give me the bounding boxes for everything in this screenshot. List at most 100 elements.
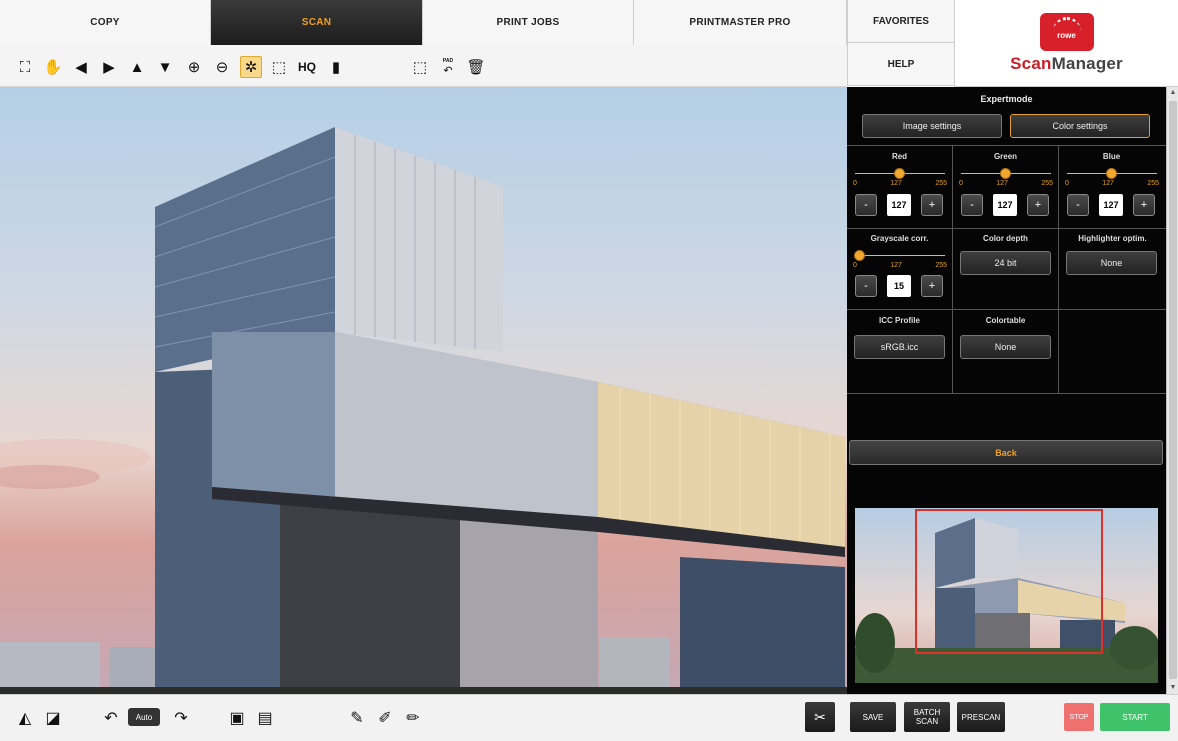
invert-icon[interactable]: ◪	[42, 707, 64, 729]
grayscale-max: 255	[935, 262, 947, 269]
blue-mid: 127	[1102, 180, 1114, 187]
mirror-icon[interactable]: ◭	[14, 707, 36, 729]
green-min: 0	[959, 180, 963, 187]
stop-button[interactable]: STOP	[1064, 703, 1094, 731]
red-mid: 127	[890, 180, 902, 187]
select-area-icon[interactable]: ⬚	[268, 56, 290, 78]
blue-slider-knob[interactable]	[1106, 168, 1117, 179]
hand-pan-icon[interactable]: ✋	[42, 56, 64, 78]
color-settings-button[interactable]: Color settings	[1010, 114, 1150, 138]
page-size-icon[interactable]: ▤	[254, 707, 276, 729]
rotate-right-icon[interactable]: ↷	[170, 707, 192, 729]
move-up-icon[interactable]: ▲	[126, 56, 148, 78]
divider	[952, 145, 953, 393]
fit-page-icon[interactable]: ⛶	[14, 56, 36, 78]
pen-icon[interactable]: ✏	[402, 707, 424, 729]
green-ticks: 0 127 255	[959, 180, 1053, 187]
hq-button[interactable]: HQ	[296, 56, 318, 78]
back-button[interactable]: Back	[849, 440, 1163, 465]
highlighter-label: Highlighter optim.	[1078, 234, 1147, 243]
move-left-icon[interactable]: ◀	[70, 56, 92, 78]
tab-printmaster-pro[interactable]: PRINTMASTER PRO	[634, 0, 847, 45]
red-plus-button[interactable]: +	[921, 194, 943, 216]
green-minus-button[interactable]: -	[961, 194, 983, 216]
auto-rotate-button[interactable]: Auto	[128, 708, 160, 726]
grayscale-minus-button[interactable]: -	[855, 275, 877, 297]
start-button[interactable]: START	[1100, 703, 1170, 731]
red-slider[interactable]	[855, 168, 945, 179]
blue-plus-button[interactable]: +	[1133, 194, 1155, 216]
divider	[847, 393, 1166, 394]
icc-profile-button[interactable]: sRGB.icc	[854, 335, 945, 359]
rotate-left-icon[interactable]: ↶	[100, 707, 122, 729]
save-button[interactable]: SAVE	[850, 702, 896, 732]
preview-image	[855, 509, 1158, 683]
undo-icon[interactable]: PAD ↶	[437, 56, 459, 78]
scroll-down-icon[interactable]: ▼	[1167, 682, 1178, 694]
grayscale-plus-button[interactable]: +	[921, 275, 943, 297]
tools-icon[interactable]: ✂	[805, 702, 835, 732]
image-settings-button[interactable]: Image settings	[862, 114, 1002, 138]
move-down-icon[interactable]: ▼	[154, 56, 176, 78]
grayscale-value[interactable]: 15	[887, 275, 911, 297]
batch-scan-label-2: SCAN	[915, 717, 939, 726]
green-plus-button[interactable]: +	[1027, 194, 1049, 216]
red-label: Red	[891, 152, 908, 161]
scanmanager-window: COPY SCAN PRINT JOBS PRINTMASTER PRO FAV…	[0, 0, 1178, 741]
grayscale-slider[interactable]	[854, 250, 945, 261]
rowe-logo-icon: rowe	[1039, 12, 1094, 51]
document-icon[interactable]: ▮	[325, 56, 347, 78]
measure-icon[interactable]: ✐	[374, 707, 396, 729]
batch-scan-button[interactable]: BATCH SCAN	[904, 702, 950, 732]
tab-copy[interactable]: COPY	[0, 0, 211, 45]
zoom-out-icon[interactable]: ⊖	[211, 56, 233, 78]
scan-image-viewer[interactable]	[0, 87, 847, 694]
main-tabs: COPY SCAN PRINT JOBS PRINTMASTER PRO	[0, 0, 954, 45]
logo-area: rowe ScanManager	[954, 0, 1178, 87]
auto-zoom-icon[interactable]: ✲	[240, 56, 262, 78]
green-slider-knob[interactable]	[1000, 168, 1011, 179]
blue-min: 0	[1065, 180, 1069, 187]
batch-scan-label-1: BATCH	[913, 708, 941, 717]
grayscale-mid: 127	[890, 262, 902, 269]
colortable-button[interactable]: None	[960, 335, 1051, 359]
panel-scrollbar[interactable]: ▲ ▼	[1166, 87, 1178, 694]
tab-help[interactable]: HELP	[847, 43, 954, 86]
icc-profile-label: ICC Profile	[879, 316, 920, 325]
scroll-thumb[interactable]	[1169, 101, 1177, 679]
green-label: Green	[993, 152, 1018, 161]
blue-value[interactable]: 127	[1099, 194, 1123, 216]
original-size-icon[interactable]: ▣	[226, 707, 248, 729]
red-value[interactable]: 127	[887, 194, 911, 216]
green-value[interactable]: 127	[993, 194, 1017, 216]
crop-area-icon[interactable]: ⬚	[409, 56, 431, 78]
green-mid: 127	[996, 180, 1008, 187]
color-depth-button[interactable]: 24 bit	[960, 251, 1051, 275]
delete-icon[interactable]: 🗑	[465, 56, 487, 78]
blue-minus-button[interactable]: -	[1067, 194, 1089, 216]
red-min: 0	[853, 180, 857, 187]
divider	[847, 145, 1166, 146]
rowe-logo-text: rowe	[1057, 31, 1076, 40]
red-minus-button[interactable]: -	[855, 194, 877, 216]
highlighter-button[interactable]: None	[1066, 251, 1157, 275]
tab-favorites[interactable]: FAVORITES	[847, 0, 954, 43]
expert-panel: Expertmode Image settings Color settings…	[847, 87, 1166, 694]
grayscale-slider-knob[interactable]	[854, 250, 866, 261]
grayscale-ticks: 0 127 255	[853, 262, 947, 269]
green-slider[interactable]	[961, 168, 1051, 179]
side-tabs: FAVORITES HELP	[847, 0, 954, 87]
prescan-button[interactable]: PRESCAN	[957, 702, 1005, 732]
ruler-icon[interactable]: ✎	[346, 707, 368, 729]
bottom-toolbar: ◭ ◪ ↶ Auto ↷ ▣ ▤ ✎ ✐ ✏ ✂ SAVE BATCH SCAN …	[0, 694, 1178, 741]
tab-print-jobs[interactable]: PRINT JOBS	[423, 0, 634, 45]
zoom-in-icon[interactable]: ⊕	[183, 56, 205, 78]
move-right-icon[interactable]: ▶	[98, 56, 120, 78]
scroll-up-icon[interactable]: ▲	[1167, 87, 1178, 99]
expertmode-title: Expertmode	[980, 94, 1033, 104]
tab-scan[interactable]: SCAN	[211, 0, 423, 45]
blue-slider[interactable]	[1067, 168, 1157, 179]
red-slider-knob[interactable]	[894, 168, 905, 179]
divider	[1058, 145, 1059, 393]
scan-preview-thumbnail[interactable]	[855, 508, 1158, 683]
